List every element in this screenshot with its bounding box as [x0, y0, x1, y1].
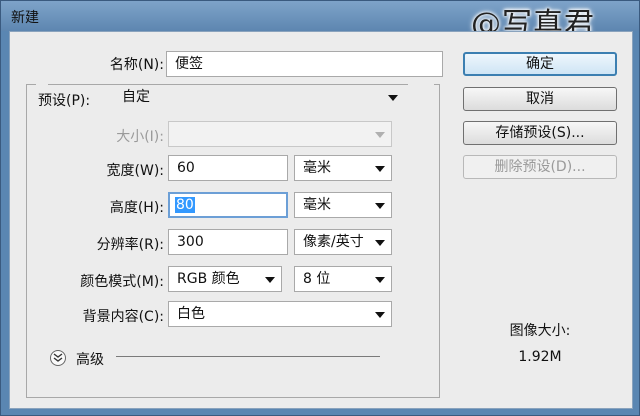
name-input[interactable]: 便签 [166, 51, 443, 77]
bit-depth-value: 8 位 [303, 271, 331, 287]
group-gap [36, 77, 48, 91]
chevron-down-icon [375, 240, 385, 246]
save-preset-button[interactable]: 存储预设(S)... [463, 121, 617, 145]
chevron-down-icon [388, 95, 398, 101]
chevron-down-icon [375, 166, 385, 172]
dialog-body: 名称(N): 便签 预设(P): 自定 大小(I): 宽度(W): 60 毫米 … [9, 31, 633, 409]
color-mode-label: 颜色模式(M): [80, 274, 164, 290]
expand-advanced-icon[interactable] [50, 350, 66, 366]
width-label: 宽度(W): [106, 163, 164, 179]
delete-preset-button: 删除预设(D)... [463, 155, 617, 179]
window-title: 新建 [11, 10, 39, 26]
chevron-down-icon [375, 132, 385, 138]
resolution-label: 分辨率(R): [96, 237, 164, 253]
color-mode-select[interactable]: RGB 颜色 [168, 266, 282, 292]
new-document-dialog: 新建 @写真君 名称(N): 便签 预设(P): 自定 大小(I): 宽度(W)… [0, 0, 640, 416]
chevron-down-icon [375, 203, 385, 209]
height-input[interactable]: 80 [168, 192, 288, 218]
resolution-unit-select[interactable]: 像素/英寸 [294, 229, 392, 255]
background-label: 背景内容(C): [82, 309, 164, 325]
name-label: 名称(N): [109, 57, 164, 73]
size-label: 大小(I): [116, 129, 164, 145]
height-label: 高度(H): [109, 200, 164, 216]
preset-label: 预设(P): [38, 93, 91, 109]
image-size-value: 1.92M [518, 349, 562, 365]
width-unit-value: 毫米 [303, 160, 331, 176]
image-size-label: 图像大小: [509, 323, 571, 339]
cancel-button[interactable]: 取消 [463, 87, 617, 111]
ok-button[interactable]: 确定 [463, 52, 617, 76]
width-input[interactable]: 60 [168, 155, 288, 181]
color-mode-value: RGB 颜色 [177, 271, 240, 287]
width-unit-select[interactable]: 毫米 [294, 155, 392, 181]
advanced-label[interactable]: 高级 [76, 349, 116, 369]
background-select[interactable]: 白色 [168, 301, 392, 327]
preset-select-value: 自定 [122, 89, 150, 105]
chevron-down-icon [375, 312, 385, 318]
chevron-down-icon [265, 277, 275, 283]
size-select[interactable] [168, 121, 392, 147]
advanced-divider [116, 356, 380, 357]
height-unit-value: 毫米 [303, 197, 331, 213]
preset-select[interactable]: 自定 [114, 85, 404, 111]
bit-depth-select[interactable]: 8 位 [294, 266, 392, 292]
height-input-value: 80 [175, 197, 195, 213]
height-unit-select[interactable]: 毫米 [294, 192, 392, 218]
background-value: 白色 [177, 306, 205, 322]
group-gap [408, 77, 434, 91]
chevron-down-icon [375, 277, 385, 283]
resolution-input[interactable]: 300 [168, 229, 288, 255]
resolution-unit-value: 像素/英寸 [303, 234, 364, 250]
